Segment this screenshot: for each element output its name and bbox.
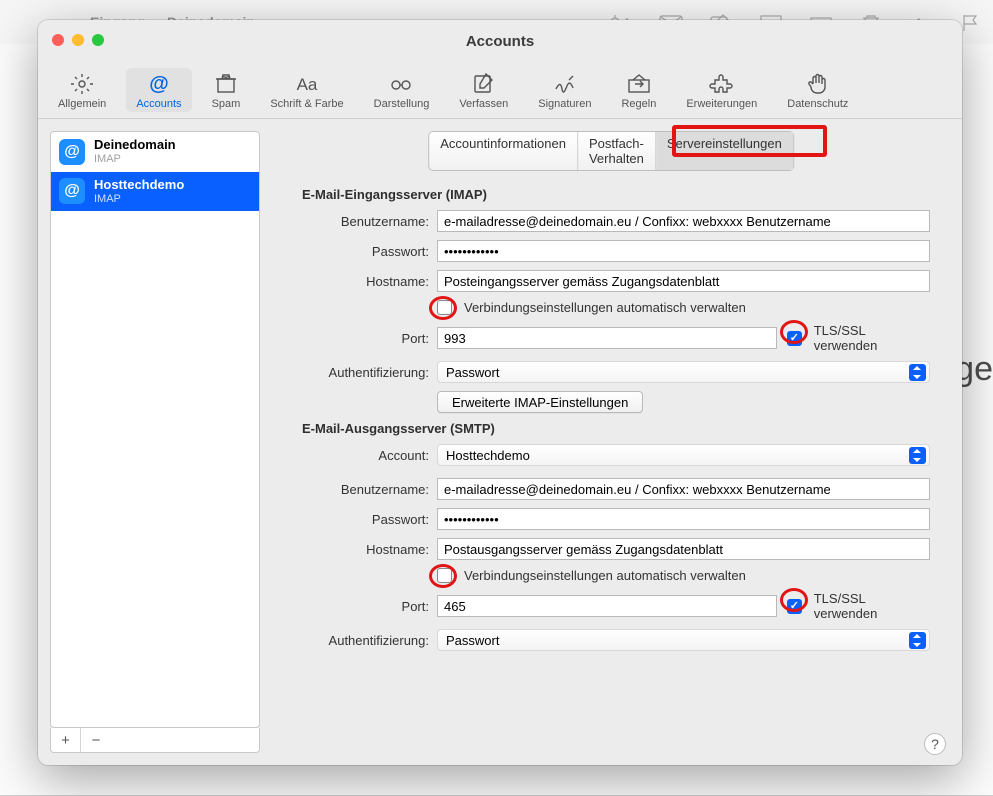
account-list[interactable]: @ Deinedomain IMAP @ Hosttechdemo IMAP — [50, 131, 260, 728]
outgoing-title: E-Mail-Ausgangsserver (SMTP) — [302, 421, 930, 436]
chevron-updown-icon — [909, 632, 926, 649]
glasses-icon — [388, 72, 414, 96]
incoming-tls-label: TLS/SSL verwenden — [814, 323, 930, 353]
tab-account-info[interactable]: Accountinformationen — [429, 132, 578, 170]
signature-icon — [552, 72, 578, 96]
at-icon: @ — [146, 72, 172, 96]
flag-icon — [959, 13, 983, 31]
minimize-button[interactable] — [72, 34, 84, 46]
toolbar-signatures[interactable]: Signaturen — [528, 68, 601, 112]
incoming-title: E-Mail-Eingangsserver (IMAP) — [302, 187, 930, 202]
annotation-circle-incoming-auto — [429, 296, 457, 320]
toolbar-general[interactable]: Allgemein — [48, 68, 116, 112]
outgoing-auth-select[interactable]: Passwort — [437, 629, 930, 651]
toolbar-rules[interactable]: Regeln — [611, 68, 666, 112]
junk-icon — [213, 72, 239, 96]
tab-mailbox-behaviour[interactable]: Postfach-Verhalten — [578, 132, 656, 170]
svg-text:@: @ — [149, 73, 169, 95]
add-account-button[interactable]: + — [51, 728, 81, 752]
toolbar-compose[interactable]: Verfassen — [449, 68, 518, 112]
toolbar-privacy[interactable]: Datenschutz — [777, 68, 858, 112]
window-controls[interactable] — [52, 34, 104, 46]
help-button[interactable]: ? — [924, 733, 946, 755]
incoming-hostname-input[interactable] — [437, 270, 930, 292]
outgoing-hostname-input[interactable] — [437, 538, 930, 560]
advanced-imap-button[interactable]: Erweiterte IMAP-Einstellungen — [437, 391, 643, 413]
annotation-circle-outgoing-tls — [780, 588, 808, 612]
toolbar-view[interactable]: Darstellung — [364, 68, 440, 112]
incoming-auto-label: Verbindungseinstellungen automatisch ver… — [464, 300, 746, 315]
hand-icon — [805, 72, 831, 96]
toolbar-extensions[interactable]: Erweiterungen — [676, 68, 767, 112]
outgoing-account-select[interactable]: Hosttechdemo — [437, 444, 930, 466]
annotation-circle-incoming-tls — [780, 320, 808, 344]
outgoing-password-input[interactable] — [437, 508, 930, 530]
toolbar-spam[interactable]: Spam — [202, 68, 251, 112]
toolbar-fonts[interactable]: Aa Schrift & Farbe — [260, 68, 353, 112]
chevron-updown-icon — [909, 447, 926, 464]
outgoing-username-input[interactable] — [437, 478, 930, 500]
accounts-sidebar: @ Deinedomain IMAP @ Hosttechdemo IMAP + — [50, 131, 260, 753]
remove-account-button[interactable]: − — [81, 728, 111, 752]
rules-icon — [626, 72, 652, 96]
incoming-password-input[interactable] — [437, 240, 930, 262]
titlebar: Accounts — [38, 20, 962, 68]
close-button[interactable] — [52, 34, 64, 46]
gear-icon — [69, 72, 95, 96]
annotation-circle-outgoing-auto — [429, 564, 457, 588]
outgoing-tls-label: TLS/SSL verwenden — [814, 591, 930, 621]
zoom-button[interactable] — [92, 34, 104, 46]
incoming-port-input[interactable] — [437, 327, 777, 349]
at-icon: @ — [59, 178, 85, 204]
chevron-updown-icon — [909, 364, 926, 381]
account-item-hosttechdemo[interactable]: @ Hosttechdemo IMAP — [51, 172, 259, 212]
compose-icon — [471, 72, 497, 96]
account-item-deinedomain[interactable]: @ Deinedomain IMAP — [51, 132, 259, 172]
incoming-auth-select[interactable]: Passwort — [437, 361, 930, 383]
outgoing-port-input[interactable] — [437, 595, 777, 617]
puzzle-icon — [709, 72, 735, 96]
preferences-window: Accounts Allgemein @ Accounts Spam Aa Sc… — [38, 20, 962, 765]
window-title: Accounts — [38, 20, 962, 64]
svg-text:Aa: Aa — [297, 75, 318, 94]
at-icon: @ — [59, 139, 85, 165]
settings-panel: Accountinformationen Postfach-Verhalten … — [272, 131, 950, 753]
outgoing-auto-label: Verbindungseinstellungen automatisch ver… — [464, 568, 746, 583]
toolbar-accounts[interactable]: @ Accounts — [126, 68, 191, 112]
fonts-icon: Aa — [294, 72, 320, 96]
prefs-toolbar: Allgemein @ Accounts Spam Aa Schrift & F… — [38, 68, 962, 118]
incoming-username-input[interactable] — [437, 210, 930, 232]
annotation-highlight-tab — [672, 125, 827, 157]
